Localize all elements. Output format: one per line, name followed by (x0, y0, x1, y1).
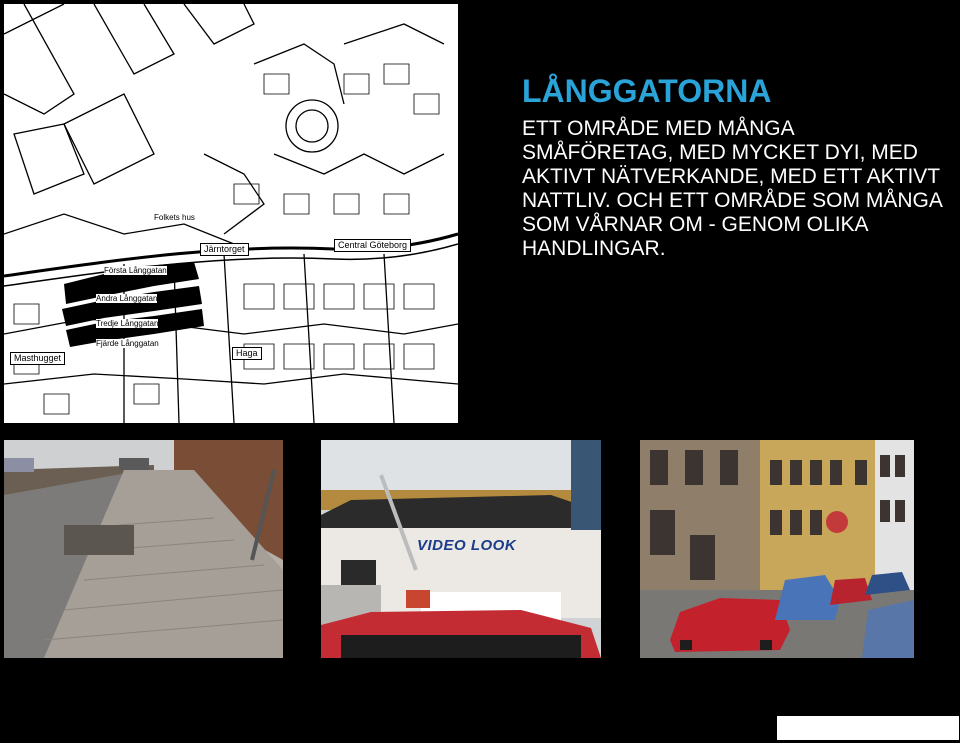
map-label-jarntorget: Järntorget (200, 243, 249, 256)
photo-video-store: VIDEO LOOK (321, 440, 601, 658)
map-label-haga: Haga (232, 347, 262, 360)
city-map: Central Göteborg Järntorget Haga Masthug… (4, 4, 458, 423)
page-title: LÅNGGATORNA (522, 73, 772, 109)
map-label-masthugget: Masthugget (10, 352, 66, 365)
photo-street-cars (640, 440, 914, 658)
description-text: ETT OMRÅDE MED MÅNGA SMÅFÖRETAG, MED MYC… (522, 117, 942, 260)
photo-sidewalk (4, 440, 283, 658)
map-label-langgatan-2: Andra Långgatan (96, 294, 158, 303)
map-label-langgatan-1: Första Långgatan (104, 266, 167, 275)
map-label-central: Central Göteborg (334, 239, 412, 252)
map-label-langgatan-4: Fjärde Långgatan (96, 339, 159, 348)
corner-white-box (777, 716, 959, 740)
map-label-langgatan-3: Tredje Långgatan (96, 319, 159, 328)
street-illustration (640, 440, 914, 658)
video-look-sign: VIDEO LOOK (417, 537, 517, 554)
map-drawing (4, 4, 458, 423)
map-label-folketshus: Folkets hus (154, 213, 195, 222)
sidewalk-illustration (4, 440, 283, 658)
